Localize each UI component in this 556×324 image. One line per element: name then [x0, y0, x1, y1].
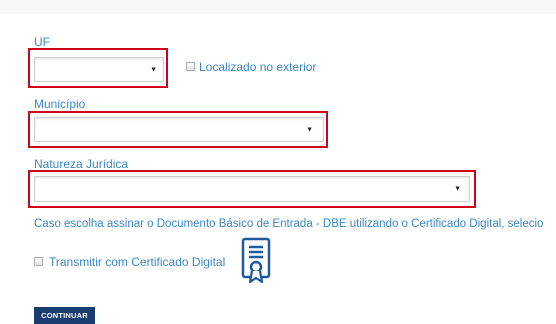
certificate-icon[interactable]	[241, 237, 271, 285]
municipio-select[interactable]: ▼	[34, 117, 324, 142]
top-band	[0, 0, 556, 14]
uf-select[interactable]: ▼	[34, 57, 164, 82]
natureza-select[interactable]: ▼	[34, 176, 470, 202]
continue-button[interactable]: CONTINUAR	[34, 307, 95, 324]
chevron-down-icon: ▼	[306, 126, 313, 133]
uf-label: UF	[34, 35, 50, 49]
exterior-checkbox[interactable]	[186, 62, 195, 71]
chevron-down-icon: ▼	[454, 185, 461, 193]
exterior-label[interactable]: Localizado no exterior	[199, 60, 316, 74]
certificate-checkbox[interactable]	[34, 257, 43, 266]
natureza-label: Natureza Jurídica	[34, 157, 129, 171]
info-text: Caso escolha assinar o Documento Básico …	[34, 218, 544, 230]
chevron-down-icon: ▼	[150, 66, 157, 73]
certificate-label[interactable]: Transmitir com Certificado Digital	[49, 255, 225, 269]
municipio-label: Município	[34, 97, 86, 111]
